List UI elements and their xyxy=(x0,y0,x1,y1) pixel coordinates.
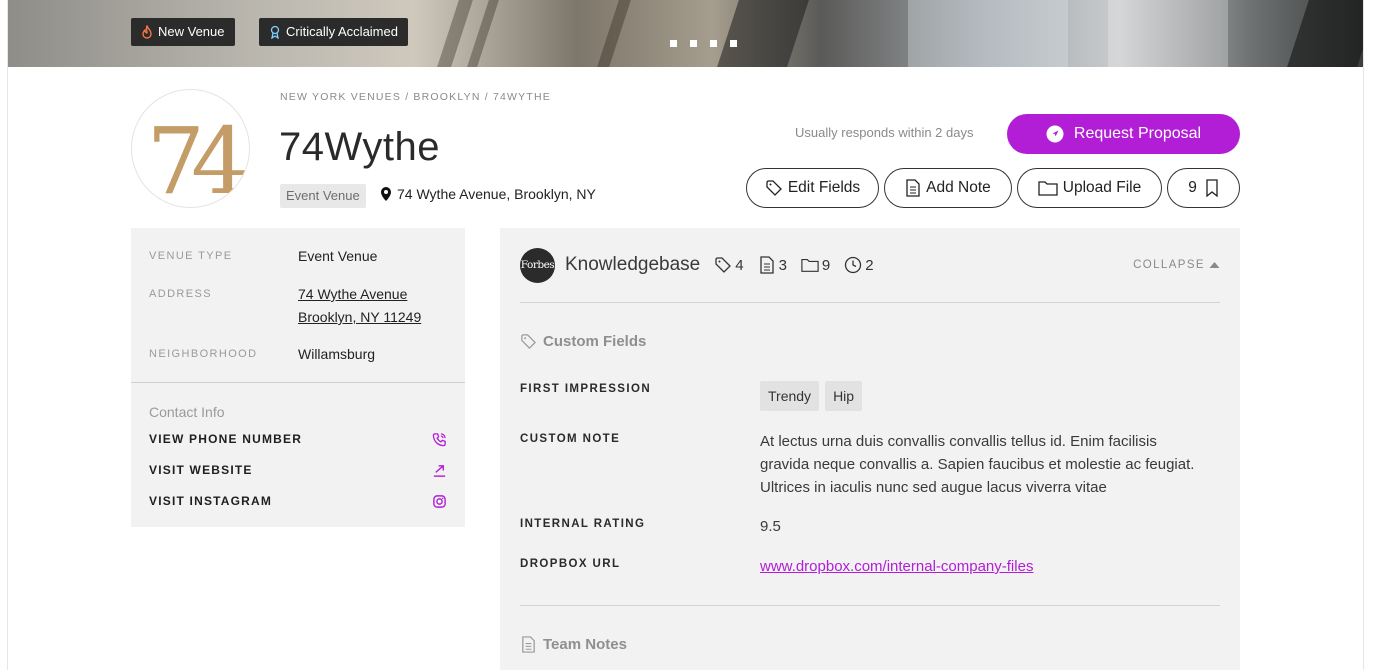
tag-icon xyxy=(766,180,782,196)
files-count[interactable]: 9 xyxy=(801,256,830,274)
external-link-icon xyxy=(433,464,446,477)
visit-website-link[interactable]: VISIT WEBSITE xyxy=(149,460,447,480)
neighborhood-label: NEIGHBORHOOD xyxy=(149,348,258,360)
divider xyxy=(520,605,1220,606)
first-impression-value: Trendy Hip xyxy=(760,381,1210,411)
contact-label: VISIT INSTAGRAM xyxy=(149,494,273,508)
navigation-arrow-icon xyxy=(1046,125,1064,143)
custom-fields-label: Custom Fields xyxy=(543,333,647,350)
first-impression-label: FIRST IMPRESSION xyxy=(520,383,652,395)
bookmark-icon xyxy=(1206,179,1218,197)
dropbox-url-label: DROPBOX URL xyxy=(520,558,621,570)
files-count-value: 9 xyxy=(821,256,831,274)
contact-label: VISIT WEBSITE xyxy=(149,463,253,477)
knowledgebase-header: Forbes Knowledgebase 4 3 9 2 COLLAPSE xyxy=(520,247,1220,283)
divider xyxy=(131,382,465,383)
address-line2-link[interactable]: Brooklyn, NY 11249 xyxy=(298,307,421,328)
collapse-button[interactable]: COLLAPSE xyxy=(1133,259,1220,271)
dropbox-url-link[interactable]: www.dropbox.com/internal-company-files xyxy=(760,555,1210,578)
view-phone-number-link[interactable]: VIEW PHONE NUMBER xyxy=(149,429,447,449)
note-icon xyxy=(759,256,774,274)
venue-type-label: VENUE TYPE xyxy=(149,250,233,262)
badge-critically-acclaimed: Critically Acclaimed xyxy=(259,18,408,46)
contact-label: VIEW PHONE NUMBER xyxy=(149,432,303,446)
venue-page: New Venue Critically Acclaimed 74 NEW YO… xyxy=(0,0,1374,670)
venue-type-value: Event Venue xyxy=(298,248,378,264)
impression-chip: Trendy xyxy=(760,381,820,411)
forbes-logo: Forbes xyxy=(520,247,555,283)
request-proposal-label: Request Proposal xyxy=(1073,125,1202,142)
bookmark-count: 9 xyxy=(1188,179,1197,196)
slide-dot[interactable] xyxy=(670,40,677,47)
add-note-label: Add Note xyxy=(926,179,991,196)
upload-file-label: Upload File xyxy=(1062,179,1142,196)
custom-fields-title: Custom Fields xyxy=(520,333,646,350)
edit-fields-button[interactable]: Edit Fields xyxy=(746,168,879,208)
folder-icon xyxy=(801,259,819,272)
flame-icon xyxy=(142,25,152,39)
team-notes-label: Team Notes xyxy=(543,636,627,653)
add-note-button[interactable]: Add Note xyxy=(884,168,1012,208)
venue-logo: 74 xyxy=(131,89,250,208)
slide-dot[interactable] xyxy=(710,40,717,47)
note-icon xyxy=(906,179,920,197)
custom-note-label: CUSTOM NOTE xyxy=(520,433,621,445)
instagram-icon xyxy=(433,494,446,508)
history-count-value: 2 xyxy=(865,256,874,274)
history-count[interactable]: 2 xyxy=(844,256,874,274)
tag-icon xyxy=(715,257,732,273)
custom-note-value: At lectus urna duis convallis convallis … xyxy=(760,433,1195,496)
award-icon xyxy=(270,25,280,39)
tag-icon xyxy=(521,334,536,349)
venue-logo-mark: 74 xyxy=(146,108,249,207)
collapse-label: COLLAPSE xyxy=(1133,259,1205,271)
phone-icon xyxy=(432,432,446,446)
slide-dot[interactable] xyxy=(730,40,737,47)
response-time-text: Usually responds within 2 days xyxy=(795,125,974,140)
upload-file-button[interactable]: Upload File xyxy=(1017,168,1162,208)
address-label: ADDRESS xyxy=(149,288,212,300)
internal-rating-label: INTERNAL RATING xyxy=(520,518,646,530)
page-title: 74Wythe xyxy=(279,125,440,169)
venue-type-tag: Event Venue xyxy=(280,184,366,208)
header-address[interactable]: 74 Wythe Avenue, Brooklyn, NY xyxy=(379,186,596,202)
internal-rating-value: 9.5 xyxy=(760,518,781,535)
badge-label: New Venue xyxy=(158,24,225,39)
slide-dots xyxy=(670,40,737,47)
contact-info-title: Contact Info xyxy=(149,404,225,420)
impression-chip: Hip xyxy=(825,381,863,411)
request-proposal-button[interactable]: Request Proposal xyxy=(1007,114,1240,154)
address-line1-link[interactable]: 74 Wythe Avenue xyxy=(298,284,407,305)
venue-info-panel: VENUE TYPE Event Venue ADDRESS 74 Wythe … xyxy=(131,228,465,527)
notes-count-value: 3 xyxy=(778,256,787,274)
bookmark-button[interactable]: 9 xyxy=(1167,168,1240,208)
neighborhood-value: Willamsburg xyxy=(298,346,376,362)
divider xyxy=(520,302,1220,303)
knowledgebase-panel: Forbes Knowledgebase 4 3 9 2 COLLAPSE Cu… xyxy=(500,228,1240,670)
clock-icon xyxy=(845,256,862,274)
header-address-text: 74 Wythe Avenue, Brooklyn, NY xyxy=(397,186,596,202)
edit-fields-label: Edit Fields xyxy=(787,179,861,196)
tags-count-value: 4 xyxy=(735,256,744,274)
hero-image[interactable]: New Venue Critically Acclaimed xyxy=(8,0,1363,67)
slide-dot[interactable] xyxy=(690,40,697,47)
notes-count[interactable]: 3 xyxy=(758,256,787,274)
badge-label: Critically Acclaimed xyxy=(286,24,398,39)
badge-new-venue: New Venue xyxy=(131,18,235,46)
map-pin-icon xyxy=(381,187,391,201)
note-icon xyxy=(522,636,535,653)
breadcrumb[interactable]: NEW YORK VENUES / BROOKLYN / 74WYTHE xyxy=(280,91,551,103)
tags-count[interactable]: 4 xyxy=(714,256,744,274)
knowledgebase-title: Knowledgebase xyxy=(565,254,701,275)
caret-up-icon xyxy=(1209,262,1220,268)
folder-icon xyxy=(1038,181,1058,196)
team-notes-title: Team Notes xyxy=(520,636,627,653)
visit-instagram-link[interactable]: VISIT INSTAGRAM xyxy=(149,491,447,511)
